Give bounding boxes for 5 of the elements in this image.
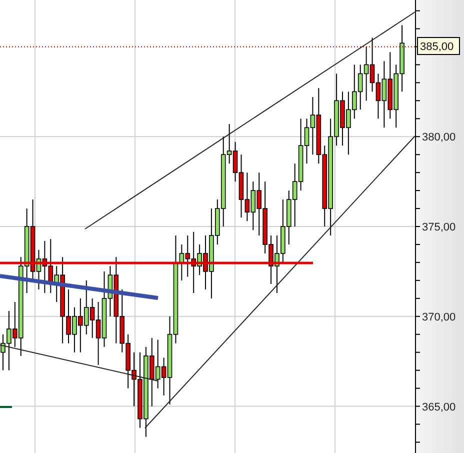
price-label: 370,00: [422, 311, 456, 324]
price-label: 365,00: [422, 401, 456, 414]
price-label: 375,00: [422, 222, 456, 234]
last-price-tag: 385,00: [417, 37, 460, 55]
price-label: 380,00: [422, 132, 456, 144]
